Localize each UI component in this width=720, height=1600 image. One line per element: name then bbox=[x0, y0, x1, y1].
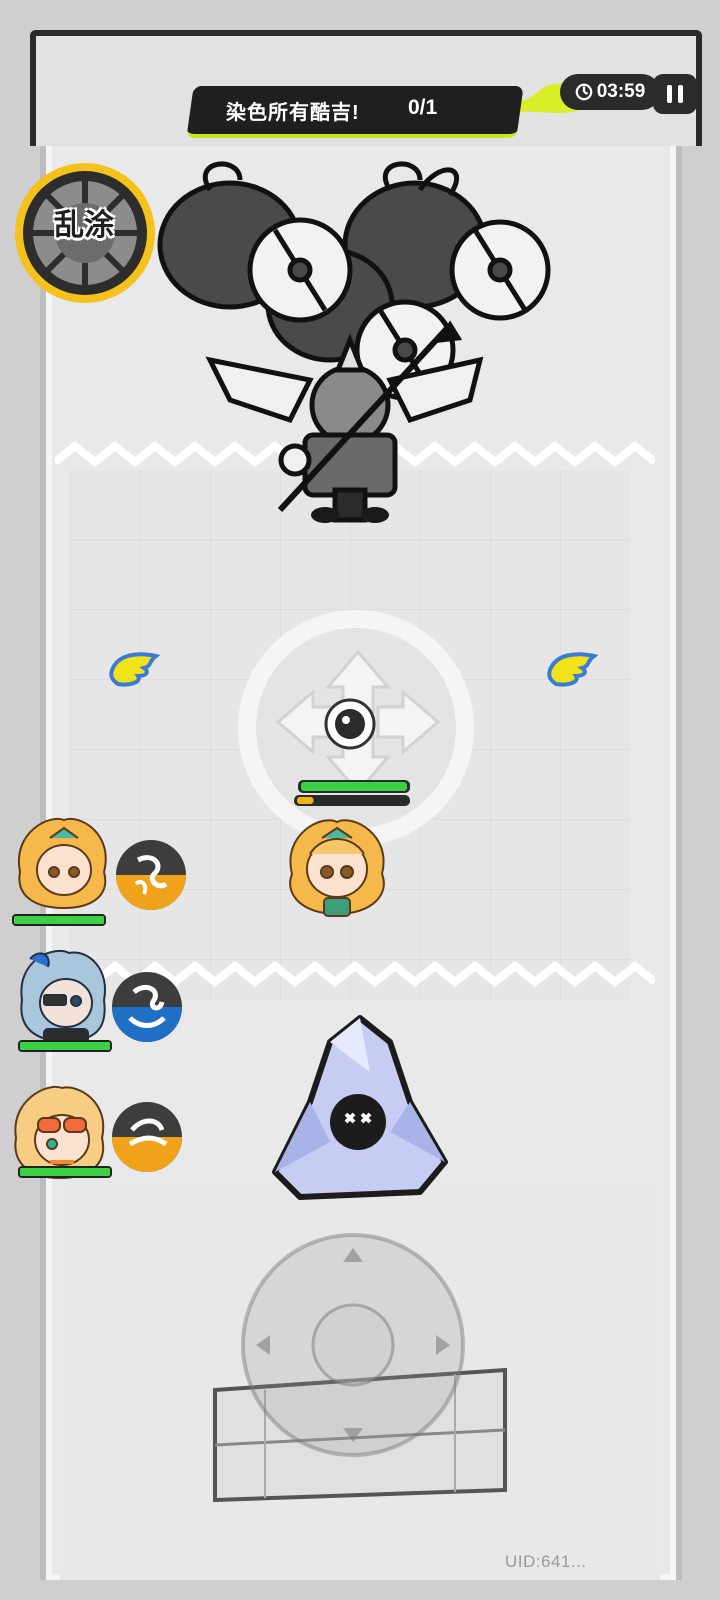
player-status-bars bbox=[294, 780, 410, 806]
pause-button[interactable] bbox=[653, 74, 697, 114]
player-character[interactable] bbox=[282, 814, 392, 924]
ball-icon[interactable] bbox=[324, 698, 376, 750]
wing-icon[interactable] bbox=[108, 650, 160, 690]
scribble-skill-label: 乱涂 bbox=[54, 209, 114, 242]
party-portrait-1[interactable] bbox=[14, 812, 110, 912]
player-energy-fill bbox=[297, 797, 314, 804]
skill-icon[interactable] bbox=[110, 970, 184, 1044]
skill-icon[interactable] bbox=[114, 838, 188, 912]
skill-icon[interactable] bbox=[110, 1100, 184, 1174]
party-portrait-3[interactable] bbox=[10, 1080, 106, 1180]
party-portrait-2[interactable] bbox=[14, 945, 110, 1045]
timer: 03:59 bbox=[560, 74, 660, 110]
party-hp-bar-3 bbox=[18, 1166, 112, 1178]
timer-icon bbox=[575, 83, 593, 101]
player-hp-fill bbox=[301, 782, 407, 791]
right-wall bbox=[676, 0, 720, 1600]
boss-monster-group[interactable] bbox=[140, 160, 580, 530]
uid-watermark: UID:641... bbox=[505, 1552, 587, 1571]
objective-progress: 0/1 bbox=[408, 96, 438, 119]
wing-icon[interactable] bbox=[546, 650, 598, 690]
party-hp-bar-1 bbox=[12, 914, 106, 926]
crystal-enemy[interactable] bbox=[270, 1012, 448, 1204]
objective-text: 染色所有酷吉! bbox=[226, 102, 360, 124]
virtual-joystick[interactable] bbox=[238, 1230, 468, 1460]
pause-icon bbox=[667, 85, 672, 103]
timer-text: 03:59 bbox=[596, 81, 646, 102]
party-hp-bar-2 bbox=[18, 1040, 112, 1052]
